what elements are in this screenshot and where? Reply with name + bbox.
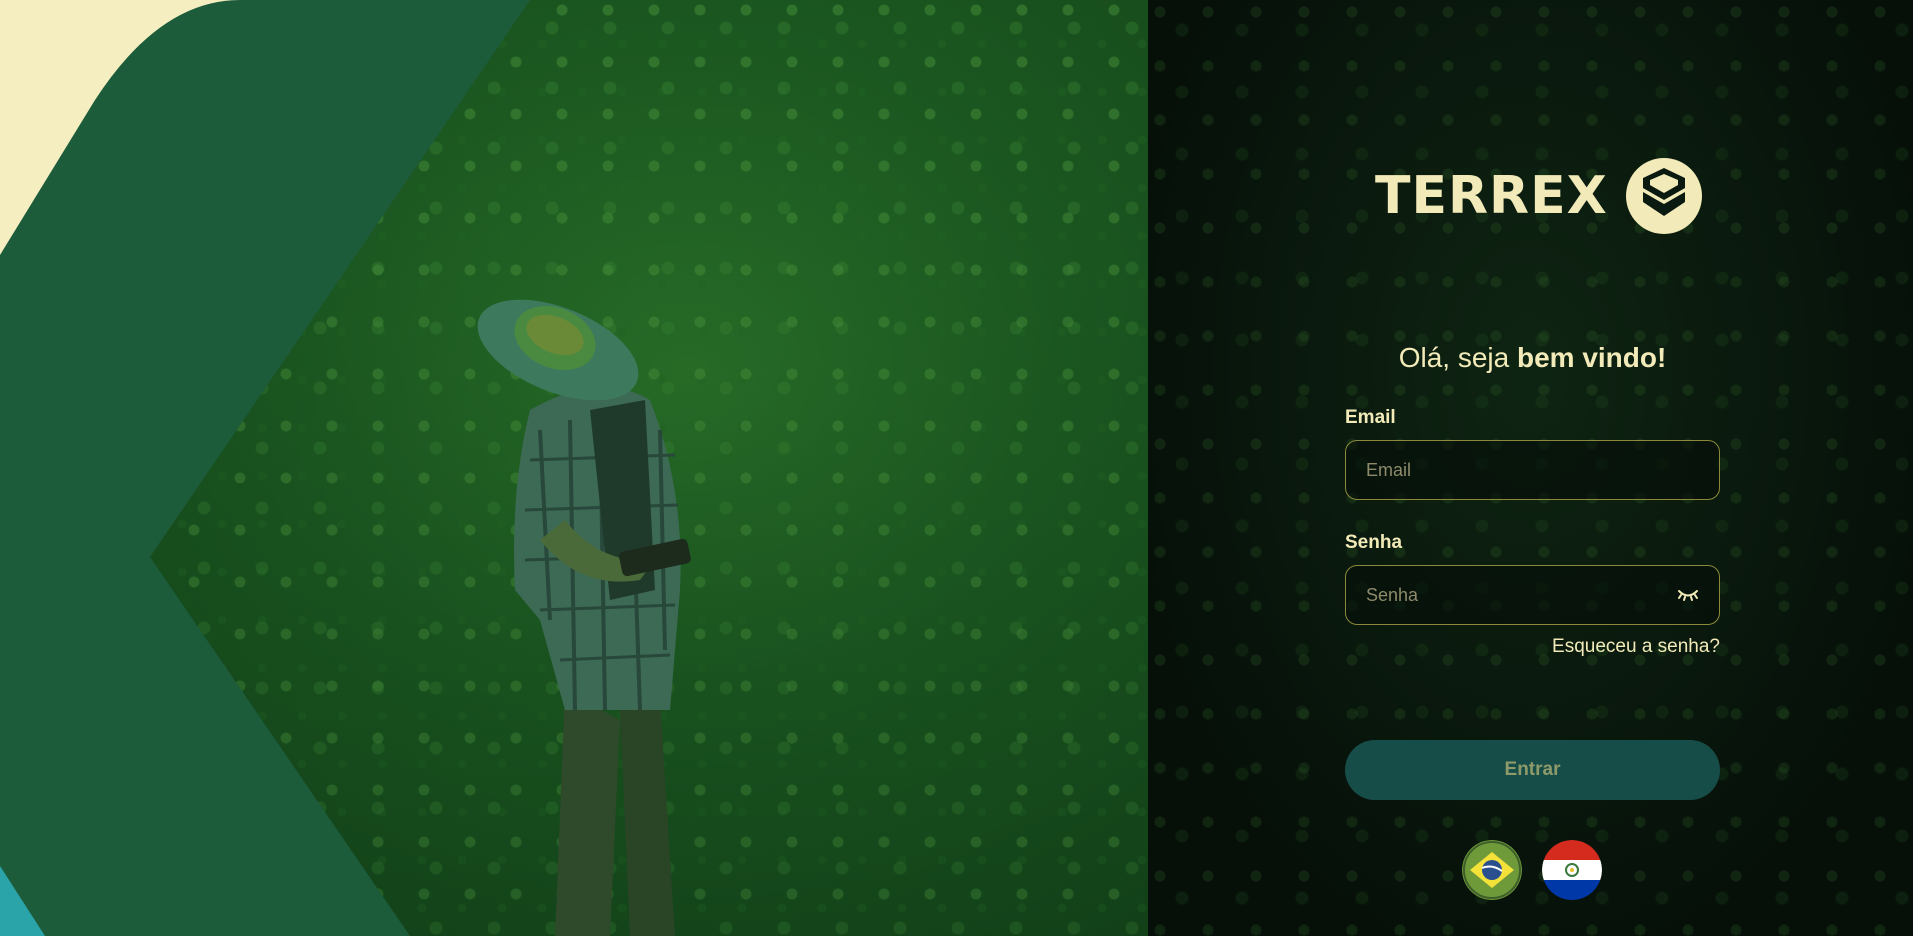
password-input[interactable] xyxy=(1346,566,1673,624)
login-button[interactable]: Entrar xyxy=(1345,740,1720,800)
forgot-password-link[interactable]: Esqueceu a senha? xyxy=(1345,636,1720,658)
eye-closed-icon[interactable] xyxy=(1673,580,1703,610)
brand-logo: TERREX xyxy=(1375,158,1702,234)
email-input[interactable] xyxy=(1346,441,1719,499)
password-field-box xyxy=(1345,565,1720,625)
email-label: Email xyxy=(1345,407,1396,428)
password-label: Senha xyxy=(1345,532,1403,553)
welcome-emphasis: bem vindo! xyxy=(1516,342,1667,373)
welcome-greeting: Olá, seja xyxy=(1398,342,1517,373)
login-page: TERREX Olá, seja bem vindo! Email Senha … xyxy=(0,0,1913,936)
decorative-shapes xyxy=(0,0,530,936)
hero-image xyxy=(0,0,1148,936)
welcome-heading: Olá, seja bem vindo! xyxy=(1345,342,1720,374)
brazil-flag-icon[interactable] xyxy=(1462,840,1522,900)
brand-name: TERREX xyxy=(1375,166,1608,226)
green-chevron-shape xyxy=(0,0,530,936)
terrex-shield-chevron-icon xyxy=(1625,158,1702,234)
paraguay-flag-icon[interactable] xyxy=(1542,840,1602,900)
email-field-box xyxy=(1345,440,1720,500)
